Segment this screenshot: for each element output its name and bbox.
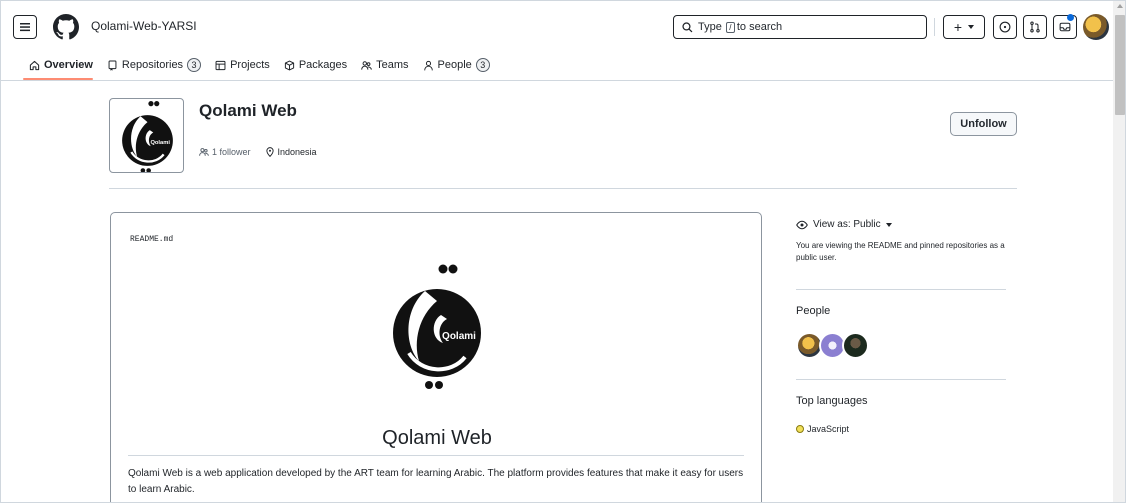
qolami-logo-icon: Qolami	[122, 101, 173, 172]
header-divider	[934, 18, 935, 36]
selected-tab-underline	[23, 78, 93, 80]
notification-indicator	[1067, 14, 1074, 21]
view-as-label: View as: Public	[813, 219, 881, 230]
org-name-link[interactable]: Qolami-Web-YARSI	[91, 19, 197, 33]
tab-overview-label: Overview	[44, 59, 93, 71]
menu-button[interactable]	[13, 15, 37, 39]
tab-projects-label: Projects	[230, 59, 270, 71]
profile-divider	[109, 188, 1017, 189]
pull-requests-button[interactable]	[1023, 15, 1047, 39]
search-icon	[682, 21, 693, 32]
view-as-note: You are viewing the README and pinned re…	[796, 241, 1005, 262]
scroll-up-arrow-icon[interactable]	[1117, 4, 1123, 8]
people-icon	[361, 60, 372, 70]
readme-heading: Qolami Web	[382, 427, 492, 449]
followers-count: 1 follower	[212, 147, 251, 157]
org-meta: 1 follower Indonesia	[199, 147, 331, 157]
people-count-badge: 3	[475, 58, 490, 72]
location-text: Indonesia	[277, 147, 317, 157]
table-icon	[215, 60, 226, 70]
readme-heading-divider	[128, 455, 744, 456]
tab-teams-label: Teams	[376, 59, 409, 71]
tab-people-label: People	[437, 59, 472, 71]
org-title: Qolami Web	[199, 101, 297, 120]
people-avatar-list	[796, 332, 869, 359]
hamburger-icon	[20, 23, 30, 32]
tab-repositories-label: Repositories	[121, 59, 184, 71]
issue-opened-icon	[999, 21, 1011, 33]
search-shortcut-key: /	[725, 21, 735, 33]
readme-logo-text: Qolami	[442, 331, 476, 342]
language-name: JavaScript	[807, 424, 850, 434]
language-item[interactable]: JavaScript	[796, 424, 849, 434]
followers-link[interactable]: 1 follower	[199, 147, 251, 157]
tab-teams[interactable]: Teams	[361, 55, 409, 75]
tab-people[interactable]: People 3	[423, 55, 490, 75]
home-icon	[29, 60, 40, 70]
readme-description: Qolami Web is a web application develope…	[128, 468, 744, 495]
language-color-dot	[796, 425, 804, 433]
repo-icon	[108, 60, 117, 71]
plus-icon: +	[953, 19, 963, 35]
readme-filename[interactable]: README.md	[130, 235, 173, 244]
inbox-icon	[1059, 22, 1071, 32]
scroll-thumb[interactable]	[1115, 15, 1125, 115]
readme-card: README.md Qolami Qolami Web Qolami Web i…	[110, 212, 762, 502]
qolami-logo-icon: Qolami	[393, 264, 481, 389]
package-icon	[284, 60, 294, 70]
chevron-down-icon	[968, 25, 975, 29]
top-languages-heading: Top languages	[796, 395, 868, 407]
org-logo-text: Qolami	[150, 140, 170, 146]
people-icon	[199, 148, 209, 156]
browser-viewport: Qolami-Web-YARSI Type / to search + Over…	[0, 0, 1126, 503]
repositories-count-badge: 3	[187, 58, 202, 72]
caret-down-icon	[885, 222, 892, 227]
people-heading: People	[796, 305, 831, 317]
eye-icon	[796, 220, 808, 229]
sidebar-divider	[796, 289, 1006, 290]
search-placeholder-suffix: to search	[736, 21, 783, 33]
tab-overview[interactable]: Overview	[29, 55, 93, 75]
issues-button[interactable]	[993, 15, 1017, 39]
avatar[interactable]	[842, 332, 869, 359]
tab-projects[interactable]: Projects	[215, 55, 270, 75]
person-icon	[423, 60, 433, 70]
org-avatar: Qolami	[109, 98, 184, 173]
create-new-button[interactable]: +	[943, 15, 985, 39]
global-header: Qolami-Web-YARSI Type / to search + Over…	[1, 1, 1113, 81]
github-logo-icon[interactable]	[53, 14, 79, 40]
tab-packages-label: Packages	[298, 59, 348, 71]
unfollow-button[interactable]: Unfollow	[950, 112, 1017, 136]
location-icon	[265, 147, 274, 157]
tab-repositories[interactable]: Repositories 3	[107, 55, 202, 75]
tab-packages[interactable]: Packages	[284, 55, 347, 75]
git-pull-request-icon	[1030, 21, 1040, 33]
search-placeholder-prefix: Type	[698, 21, 722, 33]
search-input[interactable]: Type / to search	[673, 15, 927, 39]
org-location: Indonesia	[265, 147, 317, 157]
vertical-scrollbar[interactable]	[1113, 1, 1125, 502]
sidebar-divider	[796, 379, 1006, 380]
view-as-dropdown[interactable]: View as: Public	[796, 219, 892, 230]
user-avatar[interactable]	[1083, 14, 1109, 40]
